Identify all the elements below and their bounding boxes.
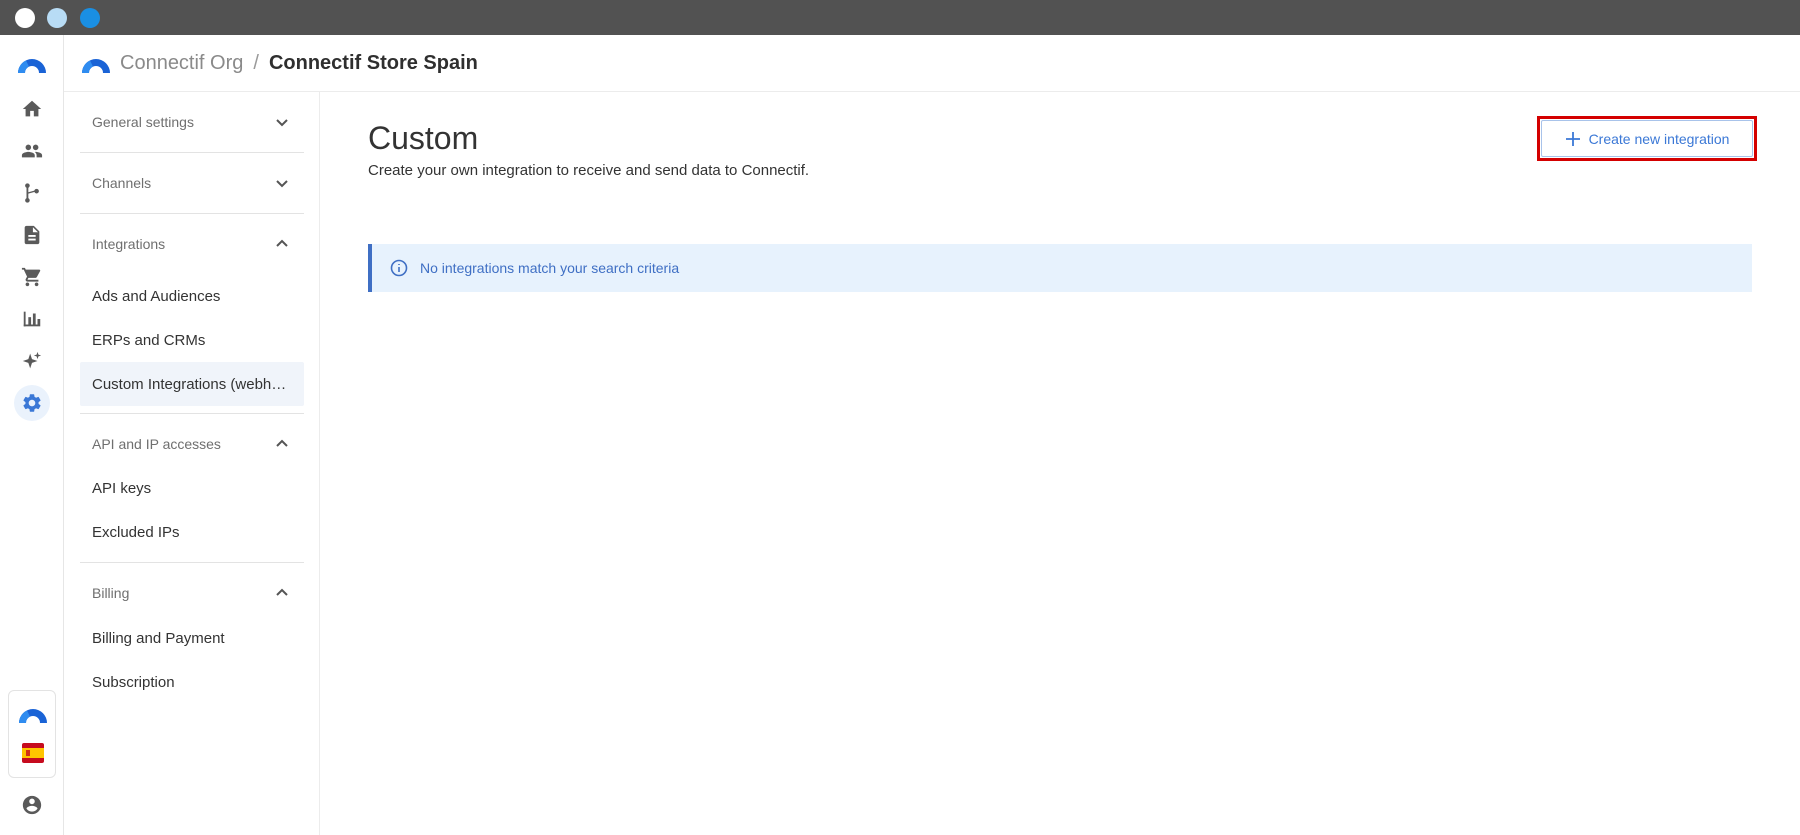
- section-label: Channels: [92, 175, 152, 191]
- bar-chart-icon[interactable]: [14, 301, 50, 337]
- window-titlebar: [0, 0, 1800, 35]
- menu-item-label: ERPs and CRMs: [92, 331, 206, 349]
- top-header: Connectif Org / Connectif Store Spain: [64, 35, 1800, 92]
- section-label: Integrations: [92, 236, 166, 252]
- create-new-integration-button[interactable]: Create new integration: [1541, 120, 1753, 157]
- connectif-logo-icon[interactable]: [80, 55, 112, 73]
- info-alert: No integrations match your search criter…: [368, 244, 1752, 292]
- section-integrations[interactable]: Integrations: [80, 214, 304, 274]
- plus-icon: [1565, 131, 1580, 146]
- section-channels[interactable]: Channels: [80, 153, 304, 213]
- connectif-logo-icon[interactable]: [17, 705, 49, 723]
- main-content: Custom Create your own integration to re…: [321, 92, 1800, 835]
- menu-item-label: Ads and Audiences: [92, 287, 221, 305]
- info-icon: [390, 259, 408, 277]
- window-minimize-button[interactable]: [47, 8, 67, 28]
- settings-menu: General settings Channels Integrations A…: [64, 92, 320, 835]
- account-switcher: [8, 690, 56, 778]
- menu-item-label: Custom Integrations (webhooks): [92, 375, 292, 393]
- page-subtitle: Create your own integration to receive a…: [368, 162, 810, 179]
- menu-item-excluded-ips[interactable]: Excluded IPs: [80, 510, 304, 554]
- section-api-and-ip-accesses[interactable]: API and IP accesses: [80, 414, 304, 474]
- home-icon[interactable]: [14, 91, 50, 127]
- menu-item-label: Subscription: [92, 673, 175, 691]
- account-icon[interactable]: [14, 787, 50, 823]
- section-general-settings[interactable]: General settings: [80, 92, 304, 152]
- menu-item-erps-and-crms[interactable]: ERPs and CRMs: [80, 318, 304, 362]
- spain-flag-icon[interactable]: [22, 743, 44, 763]
- icon-rail: [0, 35, 64, 835]
- section-label: Billing: [92, 585, 130, 601]
- chevron-down-icon: [274, 175, 290, 191]
- page-title: Custom: [368, 120, 479, 156]
- menu-item-label: API keys: [92, 479, 152, 497]
- workflow-icon[interactable]: [14, 175, 50, 211]
- document-icon[interactable]: [14, 217, 50, 253]
- create-button-label: Create new integration: [1588, 130, 1730, 147]
- breadcrumb-store[interactable]: Connectif Store Spain: [269, 52, 478, 75]
- sparkle-icon[interactable]: [14, 343, 50, 379]
- menu-item-api-keys[interactable]: API keys: [80, 466, 304, 510]
- menu-item-billing-and-payment[interactable]: Billing and Payment: [80, 616, 304, 660]
- section-billing[interactable]: Billing: [80, 563, 304, 623]
- gear-icon[interactable]: [14, 385, 50, 421]
- window-close-button[interactable]: [15, 8, 35, 28]
- chevron-down-icon: [274, 114, 290, 130]
- menu-item-custom-integrations[interactable]: Custom Integrations (webhooks): [80, 362, 304, 406]
- people-icon[interactable]: [14, 133, 50, 169]
- breadcrumb-org[interactable]: Connectif Org: [120, 52, 243, 75]
- section-label: API and IP accesses: [92, 436, 221, 452]
- menu-item-subscription[interactable]: Subscription: [80, 660, 304, 704]
- chevron-up-icon: [274, 585, 290, 601]
- breadcrumb: Connectif Org / Connectif Store Spain: [120, 52, 478, 75]
- window-maximize-button[interactable]: [80, 8, 100, 28]
- section-label: General settings: [92, 114, 194, 130]
- menu-item-ads-and-audiences[interactable]: Ads and Audiences: [80, 274, 304, 318]
- chevron-up-icon: [274, 436, 290, 452]
- menu-item-label: Billing and Payment: [92, 629, 225, 647]
- connectif-logo-icon[interactable]: [16, 55, 48, 73]
- info-message: No integrations match your search criter…: [420, 260, 680, 276]
- cart-icon[interactable]: [14, 259, 50, 295]
- breadcrumb-separator: /: [253, 52, 259, 74]
- menu-item-label: Excluded IPs: [92, 523, 180, 541]
- chevron-up-icon: [274, 236, 290, 252]
